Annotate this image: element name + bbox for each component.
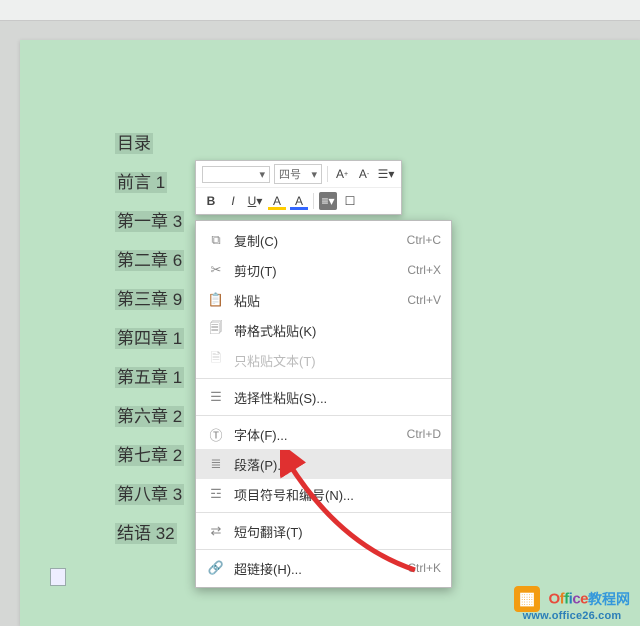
menu-hyperlink[interactable]: 🔗 超链接(H)... Ctrl+K	[196, 553, 451, 583]
font-color-icon[interactable]: A	[290, 192, 308, 210]
menu-paste-text[interactable]: 🗎 只粘贴文本(T)	[196, 345, 451, 375]
hyperlink-icon: 🔗	[206, 558, 226, 578]
font-icon: Ⓣ	[206, 424, 226, 444]
menu-bullets[interactable]: ☲ 项目符号和编号(N)...	[196, 479, 451, 509]
context-menu: ⧉ 复制(C) Ctrl+C ✂ 剪切(T) Ctrl+X 📋 粘贴 Ctrl+…	[195, 220, 452, 588]
watermark-logo-icon: ▦	[514, 586, 540, 612]
line-spacing-icon[interactable]: ☰▾	[377, 165, 395, 183]
toc-line: 前言 1	[115, 172, 167, 193]
toc-line: 第四章 1	[115, 328, 184, 349]
toc-line: 第二章 6	[115, 250, 184, 271]
mini-toolbar: ▾ 四号▾ A+ A- ☰▾ B I U▾ A A ≡▾ ☐	[195, 160, 402, 215]
toc-line: 第一章 3	[115, 211, 184, 232]
menu-separator	[196, 512, 451, 513]
menu-font[interactable]: Ⓣ 字体(F)... Ctrl+D	[196, 419, 451, 449]
menu-separator	[196, 378, 451, 379]
bold-icon[interactable]: B	[202, 192, 220, 210]
decrease-font-icon[interactable]: A-	[355, 165, 373, 183]
menu-copy[interactable]: ⧉ 复制(C) Ctrl+C	[196, 225, 451, 255]
toc-line: 结语 32	[115, 523, 177, 544]
menu-paragraph[interactable]: ≣ 段落(P)...	[196, 449, 451, 479]
toc-line: 第七章 2	[115, 445, 184, 466]
font-family-dropdown[interactable]: ▾	[202, 166, 270, 183]
page-indicator-icon	[50, 568, 66, 586]
highlight-color-icon[interactable]: A	[268, 192, 286, 210]
menu-translate[interactable]: ⇄ 短句翻译(T)	[196, 516, 451, 546]
toc-line: 第三章 9	[115, 289, 184, 310]
translate-icon: ⇄	[206, 521, 226, 541]
indent-icon[interactable]: ☐	[341, 192, 359, 210]
paste-icon: 📋	[206, 290, 226, 310]
italic-icon[interactable]: I	[224, 192, 242, 210]
cut-icon: ✂	[206, 260, 226, 280]
paste-format-icon: 🗐	[206, 320, 226, 340]
toc-title: 目录	[115, 133, 153, 154]
menu-paste[interactable]: 📋 粘贴 Ctrl+V	[196, 285, 451, 315]
watermark: ▦ Office教程网 www.office26.com	[514, 586, 630, 622]
toc-line: 第五章 1	[115, 367, 184, 388]
increase-font-icon[interactable]: A+	[333, 165, 351, 183]
menu-cut[interactable]: ✂ 剪切(T) Ctrl+X	[196, 255, 451, 285]
ruler-bar	[0, 0, 640, 21]
align-icon[interactable]: ≡▾	[319, 192, 337, 210]
bullets-icon: ☲	[206, 484, 226, 504]
menu-paste-format[interactable]: 🗐 带格式粘贴(K)	[196, 315, 451, 345]
watermark-url: www.office26.com	[514, 610, 630, 622]
toc-line: 第六章 2	[115, 406, 184, 427]
menu-separator	[196, 549, 451, 550]
paragraph-icon: ≣	[206, 454, 226, 474]
underline-icon[interactable]: U▾	[246, 192, 264, 210]
toc-line: 第八章 3	[115, 484, 184, 505]
copy-icon: ⧉	[206, 230, 226, 250]
font-size-dropdown[interactable]: 四号▾	[274, 164, 322, 184]
paste-special-icon: ☰	[206, 387, 226, 407]
paste-text-icon: 🗎	[206, 350, 226, 370]
menu-paste-special[interactable]: ☰ 选择性粘贴(S)...	[196, 382, 451, 412]
menu-separator	[196, 415, 451, 416]
